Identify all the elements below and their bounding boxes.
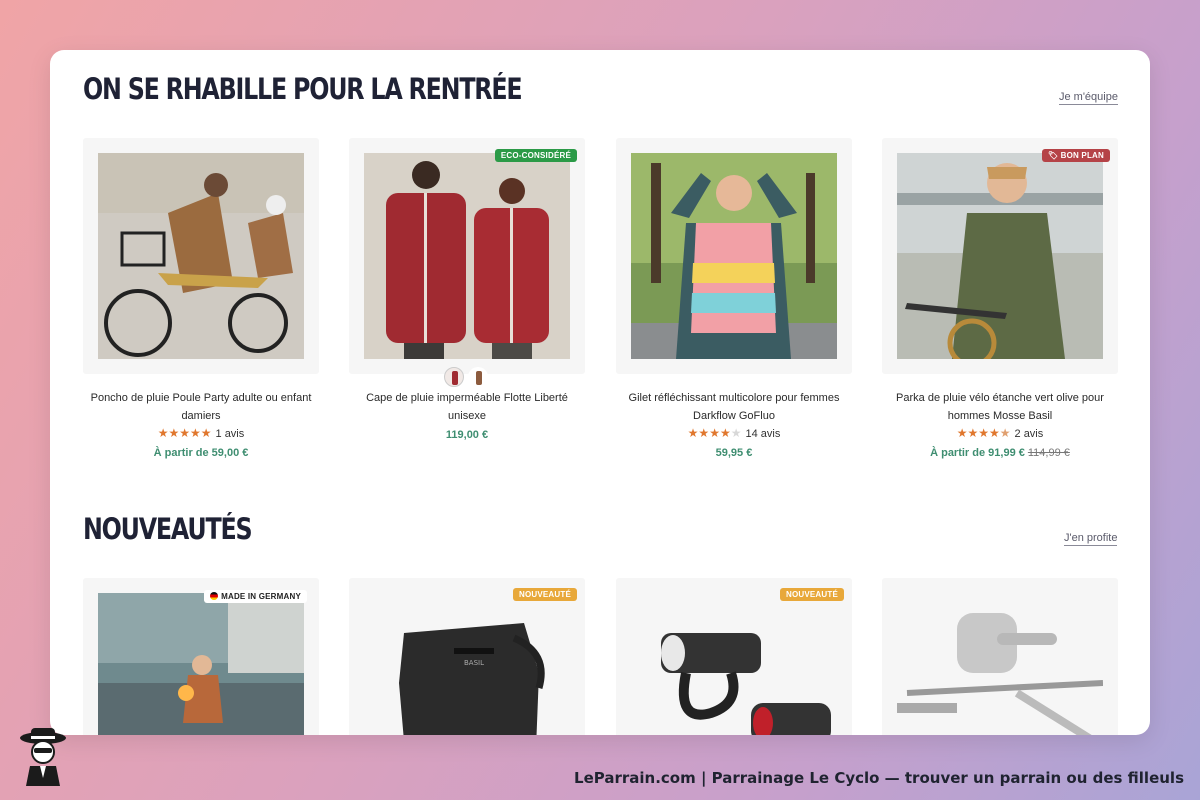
product-card[interactable]: Gilet réfléchissant multicolore pour fem… bbox=[616, 138, 852, 459]
section-title-nouveautes: NOUVEAUTÉS bbox=[83, 512, 253, 546]
product-rating: ★★★★★ 2 avis bbox=[882, 426, 1118, 440]
new-badge: NOUVEAUTÉ bbox=[779, 588, 844, 601]
review-count: 2 avis bbox=[1014, 428, 1044, 440]
gilet-photo bbox=[631, 153, 837, 359]
product-card[interactable]: Poncho de pluie Poule Party adulte ou en… bbox=[83, 138, 319, 459]
product-card[interactable]: BASIL NOUVEAUTÉ bbox=[349, 578, 585, 735]
product-price: À partir de 59,00 € bbox=[153, 447, 249, 459]
product-image[interactable]: BASIL NOUVEAUTÉ bbox=[349, 578, 585, 735]
cape-photo bbox=[364, 153, 570, 359]
je-m-equipe-link[interactable]: Je m'équipe bbox=[1059, 91, 1118, 105]
tag-icon: 🏷 bbox=[1047, 151, 1061, 160]
product-card[interactable]: ECO-CONSIDÉRÉ Cape de pluie imperméable … bbox=[349, 138, 585, 441]
bon-plan-badge: 🏷 BON PLAN bbox=[1041, 149, 1110, 162]
swatch-brown[interactable] bbox=[468, 367, 488, 387]
product-card[interactable] bbox=[882, 578, 1118, 735]
product-name[interactable]: Poncho de pluie Poule Party adulte ou en… bbox=[83, 389, 319, 425]
content-card: ON SE RHABILLE POUR LA RENTRÉE Je m'équi… bbox=[50, 50, 1150, 735]
product-image[interactable]: ECO-CONSIDÉRÉ bbox=[349, 138, 585, 374]
product-image[interactable]: NOUVEAUTÉ bbox=[616, 578, 852, 735]
rating-stars: ★★★★★ bbox=[956, 426, 1011, 440]
product-price: À partir de 91,99 €114,99 € bbox=[930, 447, 1070, 459]
flag-icon bbox=[210, 592, 219, 600]
rating-stars: ★★★★★ bbox=[157, 426, 212, 440]
leparrain-logo bbox=[18, 726, 68, 786]
product-price: 59,95 € bbox=[715, 447, 753, 459]
product-card[interactable]: MADE IN GERMANY bbox=[83, 578, 319, 735]
parka-photo bbox=[897, 153, 1103, 359]
product-image[interactable]: 🏷 BON PLAN bbox=[882, 138, 1118, 374]
review-count: 14 avis bbox=[745, 428, 781, 440]
footer-caption: LeParrain.com | Parrainage Le Cyclo — tr… bbox=[574, 769, 1184, 787]
product-name[interactable]: Gilet réfléchissant multicolore pour fem… bbox=[616, 389, 852, 425]
lights-photo bbox=[631, 593, 837, 735]
rating-stars: ★★★★★ bbox=[687, 426, 742, 440]
made-in-germany-badge: MADE IN GERMANY bbox=[204, 590, 307, 603]
child-seat-photo bbox=[897, 593, 1103, 735]
j-en-profite-link[interactable]: J'en profite bbox=[1064, 532, 1118, 546]
product-name[interactable]: Parka de pluie vélo étanche vert olive p… bbox=[882, 389, 1118, 425]
bag-photo: BASIL bbox=[364, 593, 570, 735]
color-swatches bbox=[444, 367, 488, 387]
product-name[interactable]: Cape de pluie imperméable Flotte Liberté… bbox=[349, 389, 585, 425]
product-price: 119,00 € bbox=[445, 429, 489, 441]
product-image[interactable] bbox=[616, 138, 852, 374]
product-rating: ★★★★★ 14 avis bbox=[616, 426, 852, 440]
svg-text:BASIL: BASIL bbox=[464, 659, 484, 667]
eco-badge: ECO-CONSIDÉRÉ bbox=[494, 149, 577, 162]
poncho-photo bbox=[98, 153, 304, 359]
ebike-photo bbox=[98, 593, 304, 735]
product-card[interactable]: NOUVEAUTÉ bbox=[616, 578, 852, 735]
product-card[interactable]: 🏷 BON PLAN Parka de pluie vélo étanche v… bbox=[882, 138, 1118, 459]
product-image[interactable] bbox=[83, 138, 319, 374]
review-count: 1 avis bbox=[215, 428, 245, 440]
swatch-red[interactable] bbox=[444, 367, 464, 387]
product-image[interactable] bbox=[882, 578, 1118, 735]
section-title-rentree: ON SE RHABILLE POUR LA RENTRÉE bbox=[83, 72, 523, 106]
product-rating: ★★★★★ 1 avis bbox=[83, 426, 319, 440]
product-image[interactable]: MADE IN GERMANY bbox=[83, 578, 319, 735]
old-price: 114,99 € bbox=[1027, 447, 1070, 459]
new-badge: NOUVEAUTÉ bbox=[512, 588, 577, 601]
